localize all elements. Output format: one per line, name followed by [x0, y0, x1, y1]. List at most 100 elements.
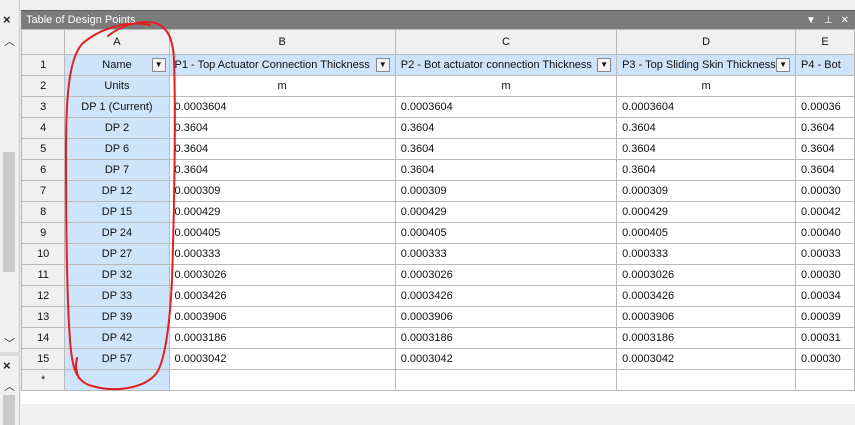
value-cell-e[interactable]: 0.00036: [795, 96, 855, 118]
value-cell-b[interactable]: 0.3604: [168, 159, 396, 181]
design-point-name-cell[interactable]: DP 12: [64, 180, 170, 202]
design-points-grid[interactable]: ABCDE 1 Name ▼ P1 - Top Actuator Connection…: [21, 29, 855, 404]
new-row-name-cell[interactable]: [64, 369, 170, 391]
value-cell-b[interactable]: 0.0003042: [168, 348, 396, 370]
value-cell-b[interactable]: 0.0003426: [168, 285, 396, 307]
value-cell-e[interactable]: 0.00039: [795, 306, 855, 328]
value-cell-c[interactable]: 0.000405: [394, 222, 618, 244]
design-point-name-cell[interactable]: DP 2: [64, 117, 170, 139]
row-number[interactable]: 13: [21, 306, 66, 328]
table-row[interactable]: 10 DP 27 0.000333 0.000333 0.000333 0.00033: [21, 243, 855, 265]
column-header-e[interactable]: P4 - Bot: [795, 54, 855, 76]
value-cell-b[interactable]: 0.0003906: [168, 306, 396, 328]
value-cell-d[interactable]: 0.3604: [616, 159, 797, 181]
value-cell-d[interactable]: 0.000309: [616, 180, 797, 202]
table-row[interactable]: 9 DP 24 0.000405 0.000405 0.000405 0.00040: [21, 222, 855, 244]
value-cell-c[interactable]: 0.0003186: [394, 327, 618, 349]
design-point-name-cell[interactable]: DP 57: [64, 348, 170, 370]
value-cell-b[interactable]: 0.3604: [168, 138, 396, 160]
table-row[interactable]: 4 DP 2 0.3604 0.3604 0.3604 0.3604: [21, 117, 855, 139]
design-point-name-cell[interactable]: DP 42: [64, 327, 170, 349]
chevron-down-icon[interactable]: ▼: [375, 58, 390, 72]
table-row[interactable]: 8 DP 15 0.000429 0.000429 0.000429 0.00042: [21, 201, 855, 223]
row-number[interactable]: 9: [21, 222, 66, 244]
value-cell-c[interactable]: 0.000333: [394, 243, 618, 265]
value-cell-e[interactable]: 0.00033: [795, 243, 855, 265]
value-cell-d[interactable]: 0.3604: [616, 117, 797, 139]
value-cell-d[interactable]: 0.0003186: [616, 327, 797, 349]
row-number[interactable]: 10: [21, 243, 66, 265]
design-point-name-cell[interactable]: DP 32: [64, 264, 170, 286]
new-row-cell-b[interactable]: [168, 369, 396, 391]
value-cell-e[interactable]: 0.00042: [795, 201, 855, 223]
value-cell-d[interactable]: 0.0003906: [616, 306, 797, 328]
column-header-b[interactable]: P1 - Top Actuator Connection Thickness ▼: [168, 54, 396, 76]
design-point-name-cell[interactable]: DP 6: [64, 138, 170, 160]
design-point-name-cell[interactable]: DP 24: [64, 222, 170, 244]
new-row-cell-d[interactable]: [616, 369, 797, 391]
chevron-up-icon[interactable]: ︿: [4, 378, 15, 394]
table-row[interactable]: 6 DP 7 0.3604 0.3604 0.3604 0.3604: [21, 159, 855, 181]
table-row[interactable]: 13 DP 39 0.0003906 0.0003906 0.0003906 0.0003…: [21, 306, 855, 328]
close-icon[interactable]: ×: [3, 13, 11, 26]
row-number[interactable]: 5: [21, 138, 66, 160]
value-cell-e[interactable]: 0.3604: [795, 138, 855, 160]
row-number[interactable]: 11: [21, 264, 66, 286]
chevron-down-icon[interactable]: ▼: [597, 58, 612, 72]
value-cell-c[interactable]: 0.0003426: [394, 285, 618, 307]
table-row[interactable]: 11 DP 32 0.0003026 0.0003026 0.0003026 0.0003…: [21, 264, 855, 286]
value-cell-c[interactable]: 0.3604: [394, 117, 618, 139]
table-row[interactable]: 5 DP 6 0.3604 0.3604 0.3604 0.3604: [21, 138, 855, 160]
row-number[interactable]: 12: [21, 285, 66, 307]
design-point-name-cell[interactable]: DP 15: [64, 201, 170, 223]
design-point-name-cell[interactable]: DP 1 (Current): [64, 96, 170, 118]
value-cell-e[interactable]: 0.00040: [795, 222, 855, 244]
row-number[interactable]: 6: [21, 159, 66, 181]
close-icon[interactable]: ✕: [841, 15, 849, 26]
row-number[interactable]: 14: [21, 327, 66, 349]
value-cell-b[interactable]: 0.000309: [168, 180, 396, 202]
row-number[interactable]: 4: [21, 117, 66, 139]
value-cell-b[interactable]: 0.000429: [168, 201, 396, 223]
value-cell-d[interactable]: 0.000429: [616, 201, 797, 223]
value-cell-c[interactable]: 0.0003026: [394, 264, 618, 286]
value-cell-b[interactable]: 0.3604: [168, 117, 396, 139]
column-letter-a[interactable]: A: [64, 29, 170, 55]
value-cell-c[interactable]: 0.000309: [394, 180, 618, 202]
column-header-c[interactable]: P2 - Bot actuator connection Thickness ▼: [394, 54, 618, 76]
value-cell-d[interactable]: 0.0003026: [616, 264, 797, 286]
value-cell-e[interactable]: 0.00030: [795, 264, 855, 286]
value-cell-b[interactable]: 0.0003186: [168, 327, 396, 349]
table-row[interactable]: 15 DP 57 0.0003042 0.0003042 0.0003042 0.0003…: [21, 348, 855, 370]
column-header-a[interactable]: Name ▼: [64, 54, 170, 76]
value-cell-b[interactable]: 0.0003026: [168, 264, 396, 286]
pin-icon[interactable]: ⊥: [824, 15, 833, 26]
close-icon[interactable]: ×: [3, 359, 11, 372]
new-row-cell-c[interactable]: [394, 369, 618, 391]
value-cell-c[interactable]: 0.0003906: [394, 306, 618, 328]
scrollbar-thumb[interactable]: [3, 395, 15, 425]
column-letter-d[interactable]: D: [616, 29, 797, 55]
design-point-name-cell[interactable]: DP 39: [64, 306, 170, 328]
unit-cell-d[interactable]: m: [616, 75, 797, 97]
chevron-down-icon[interactable]: ﹀: [4, 335, 15, 351]
table-row[interactable]: 3 DP 1 (Current) 0.0003604 0.0003604 0.00036…: [21, 96, 855, 118]
row-number[interactable]: 1: [21, 54, 66, 76]
new-row-cell-e[interactable]: [795, 369, 855, 391]
value-cell-d[interactable]: 0.0003604: [616, 96, 797, 118]
column-letter-e[interactable]: E: [795, 29, 855, 55]
value-cell-b[interactable]: 0.0003604: [168, 96, 396, 118]
chevron-down-icon[interactable]: ▼: [806, 15, 816, 26]
design-point-name-cell[interactable]: DP 27: [64, 243, 170, 265]
pane-divider[interactable]: [0, 352, 20, 356]
design-point-name-cell[interactable]: DP 7: [64, 159, 170, 181]
value-cell-e[interactable]: 0.00030: [795, 180, 855, 202]
value-cell-c[interactable]: 0.3604: [394, 138, 618, 160]
value-cell-c[interactable]: 0.0003604: [394, 96, 618, 118]
chevron-down-icon[interactable]: ▼: [776, 58, 791, 72]
value-cell-c[interactable]: 0.3604: [394, 159, 618, 181]
value-cell-d[interactable]: 0.0003426: [616, 285, 797, 307]
new-row-marker[interactable]: *: [21, 369, 66, 391]
unit-cell-c[interactable]: m: [394, 75, 618, 97]
value-cell-e[interactable]: 0.3604: [795, 117, 855, 139]
